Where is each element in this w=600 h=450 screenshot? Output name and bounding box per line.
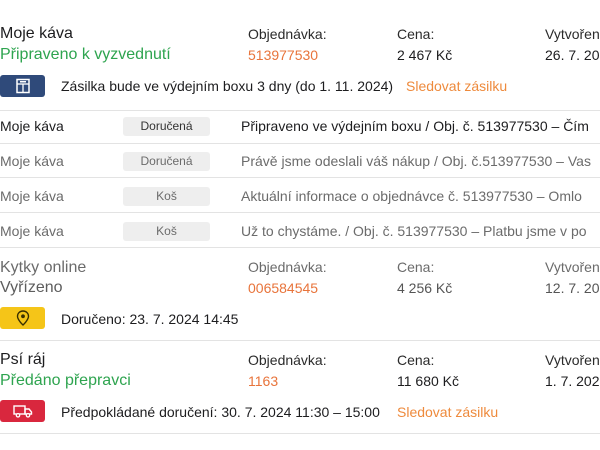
price-label: Cena: xyxy=(397,352,435,368)
track-shipment-link[interactable]: Sledovat zásilku xyxy=(397,404,498,420)
expected-delivery-note: Předpokládané doručení: 30. 7. 2024 11:3… xyxy=(61,404,380,420)
notification-text: Už to chystáme. / Obj. č. 513977530 – Pl… xyxy=(241,223,587,239)
divider xyxy=(0,177,600,178)
order-status: Předáno přepravci xyxy=(0,372,131,389)
order-status: Vyřízeno xyxy=(0,279,63,296)
track-shipment-link[interactable]: Sledovat zásilku xyxy=(406,78,507,94)
notification-shop: Moje káva xyxy=(0,188,64,204)
pickup-note: Zásilka bude ve výdejním boxu 3 dny (do … xyxy=(61,78,394,94)
notification-text: Připraveno ve výdejním boxu / Obj. č. 51… xyxy=(241,118,589,134)
price-value: 11 680 Kč xyxy=(397,373,460,389)
created-label: Vytvořen xyxy=(545,259,600,275)
created-label: Vytvořen xyxy=(545,352,600,368)
order-number-link[interactable]: 513977530 xyxy=(248,47,318,63)
created-value: 12. 7. 20 xyxy=(545,280,600,296)
notification-shop: Moje káva xyxy=(0,118,64,134)
order-number-label: Objednávka: xyxy=(248,352,327,368)
divider xyxy=(0,340,600,341)
delivery-truck-icon xyxy=(0,400,45,422)
price-label: Cena: xyxy=(397,259,435,275)
order-number-label: Objednávka: xyxy=(248,26,327,42)
location-pin-icon xyxy=(0,307,45,329)
parcel-box-icon xyxy=(0,75,45,97)
price-label: Cena: xyxy=(397,26,435,42)
created-value: 1. 7. 202 xyxy=(545,373,600,389)
notification-badge: Doručená xyxy=(123,117,210,136)
shop-name: Kytky online xyxy=(0,259,87,276)
price-value: 4 256 Kč xyxy=(397,280,453,296)
notification-text: Aktuální informace o objednávce č. 51397… xyxy=(241,188,582,204)
notification-shop: Moje káva xyxy=(0,223,64,239)
order-number-link[interactable]: 006584545 xyxy=(248,280,318,296)
notification-badge: Doručená xyxy=(123,152,210,171)
order-status: Připraveno k vyzvednutí xyxy=(0,46,171,63)
created-label: Vytvořen xyxy=(545,26,600,42)
shop-name: Psí ráj xyxy=(0,351,46,368)
notification-badge: Koš xyxy=(123,222,210,241)
order-number-link[interactable]: 1163 xyxy=(248,373,278,389)
notification-badge: Koš xyxy=(123,187,210,206)
notification-shop: Moje káva xyxy=(0,153,64,169)
divider xyxy=(0,212,600,213)
divider xyxy=(0,110,600,111)
price-value: 2 467 Kč xyxy=(397,47,453,63)
delivered-note: Doručeno: 23. 7. 2024 14:45 xyxy=(61,311,239,327)
divider xyxy=(0,433,600,434)
notification-text: Právě jsme odeslali váš nákup / Obj. č.5… xyxy=(241,153,591,169)
shop-name: Moje káva xyxy=(0,25,73,42)
created-value: 26. 7. 20 xyxy=(545,47,600,63)
divider xyxy=(0,247,600,248)
order-number-label: Objednávka: xyxy=(248,259,327,275)
divider xyxy=(0,143,600,144)
